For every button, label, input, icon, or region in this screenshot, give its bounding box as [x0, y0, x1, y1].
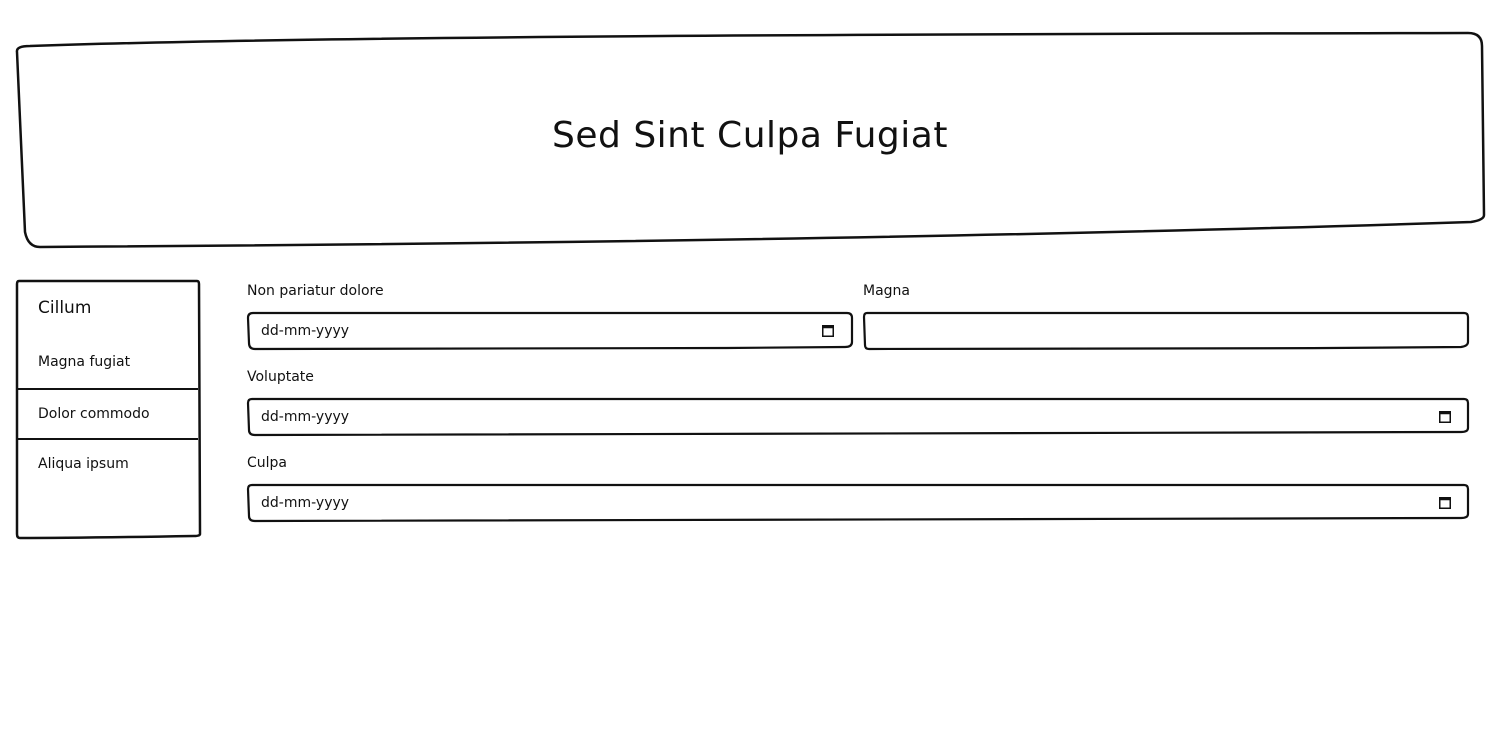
sidebar-item-magna-fugiat[interactable]: Magna fugiat [18, 337, 198, 387]
sidebar: Cillum Magna fugiat Dolor commodo Aliqua… [15, 279, 202, 540]
page-title: Sed Sint Culpa Fugiat [552, 114, 948, 156]
input-outline [862, 311, 1470, 351]
date-input-non-pariatur-dolore[interactable]: dd-mm-yyyy [246, 311, 854, 351]
date-placeholder: dd-mm-yyyy [261, 495, 350, 511]
calendar-icon[interactable] [1439, 496, 1451, 509]
sidebar-item-label: Aliqua ipsum [38, 456, 129, 472]
field-label-magna: Magna [863, 283, 910, 299]
header-banner: Sed Sint Culpa Fugiat [15, 31, 1486, 249]
field-label-non-pariatur-dolore: Non pariatur dolore [247, 283, 384, 299]
calendar-icon[interactable] [822, 324, 834, 337]
sidebar-item-label: Dolor commodo [38, 406, 150, 422]
field-label-culpa: Culpa [247, 455, 288, 471]
date-placeholder: dd-mm-yyyy [261, 409, 350, 425]
sidebar-heading: Cillum [38, 298, 92, 318]
text-input-magna[interactable] [862, 311, 1470, 351]
sidebar-item-aliqua-ipsum[interactable]: Aliqua ipsum [18, 438, 198, 488]
date-input-voluptate[interactable]: dd-mm-yyyy [246, 397, 1470, 437]
input-outline [246, 397, 1470, 437]
date-input-culpa[interactable]: dd-mm-yyyy [246, 483, 1470, 523]
date-placeholder: dd-mm-yyyy [261, 323, 350, 339]
field-label-voluptate: Voluptate [247, 369, 314, 385]
sidebar-item-label: Magna fugiat [38, 354, 131, 370]
calendar-icon[interactable] [1439, 410, 1451, 423]
input-outline [246, 483, 1470, 523]
sidebar-item-dolor-commodo[interactable]: Dolor commodo [18, 388, 198, 438]
